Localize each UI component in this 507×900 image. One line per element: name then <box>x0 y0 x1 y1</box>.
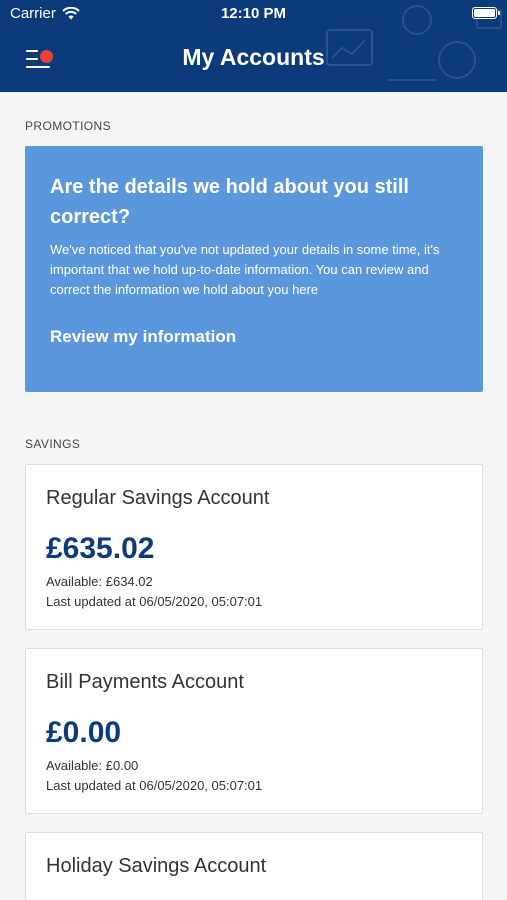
account-card-holiday-savings[interactable]: Holiday Savings Account <box>25 832 483 900</box>
account-balance: £0.00 <box>46 716 122 749</box>
savings-section-label: SAVINGS <box>25 437 81 451</box>
promotion-card: Are the details we hold about you still … <box>25 146 483 392</box>
promotions-section-label: PROMOTIONS <box>25 119 112 133</box>
account-card-regular-savings[interactable]: Regular Savings Account £635.02 Availabl… <box>25 464 483 630</box>
page-title: My Accounts <box>182 44 325 70</box>
account-balance: £635.02 <box>46 532 155 565</box>
account-last-updated: Last updated at 06/05/2020, 05:07:01 <box>46 778 263 793</box>
status-time: 12:10 PM <box>220 5 287 22</box>
app-header: Carrier 12:10 PM My Accounts <box>0 0 507 92</box>
account-available: Available: £634.02 <box>46 574 153 589</box>
review-information-link[interactable]: Review my information <box>50 327 458 347</box>
account-available: Available: £0.00 <box>46 758 139 773</box>
account-name: Regular Savings Account <box>46 487 270 509</box>
account-name: Bill Payments Account <box>46 671 244 693</box>
account-last-updated: Last updated at 06/05/2020, 05:07:01 <box>46 594 263 609</box>
promotion-title: Are the details we hold about you still … <box>50 176 409 228</box>
battery-icon <box>472 7 500 19</box>
account-name: Holiday Savings Account <box>46 855 267 877</box>
status-bar: Carrier 12:10 PM <box>0 0 507 28</box>
promotion-body: We've noticed that you've not updated yo… <box>50 242 440 297</box>
account-card-bill-payments[interactable]: Bill Payments Account £0.00 Available: £… <box>25 648 483 814</box>
